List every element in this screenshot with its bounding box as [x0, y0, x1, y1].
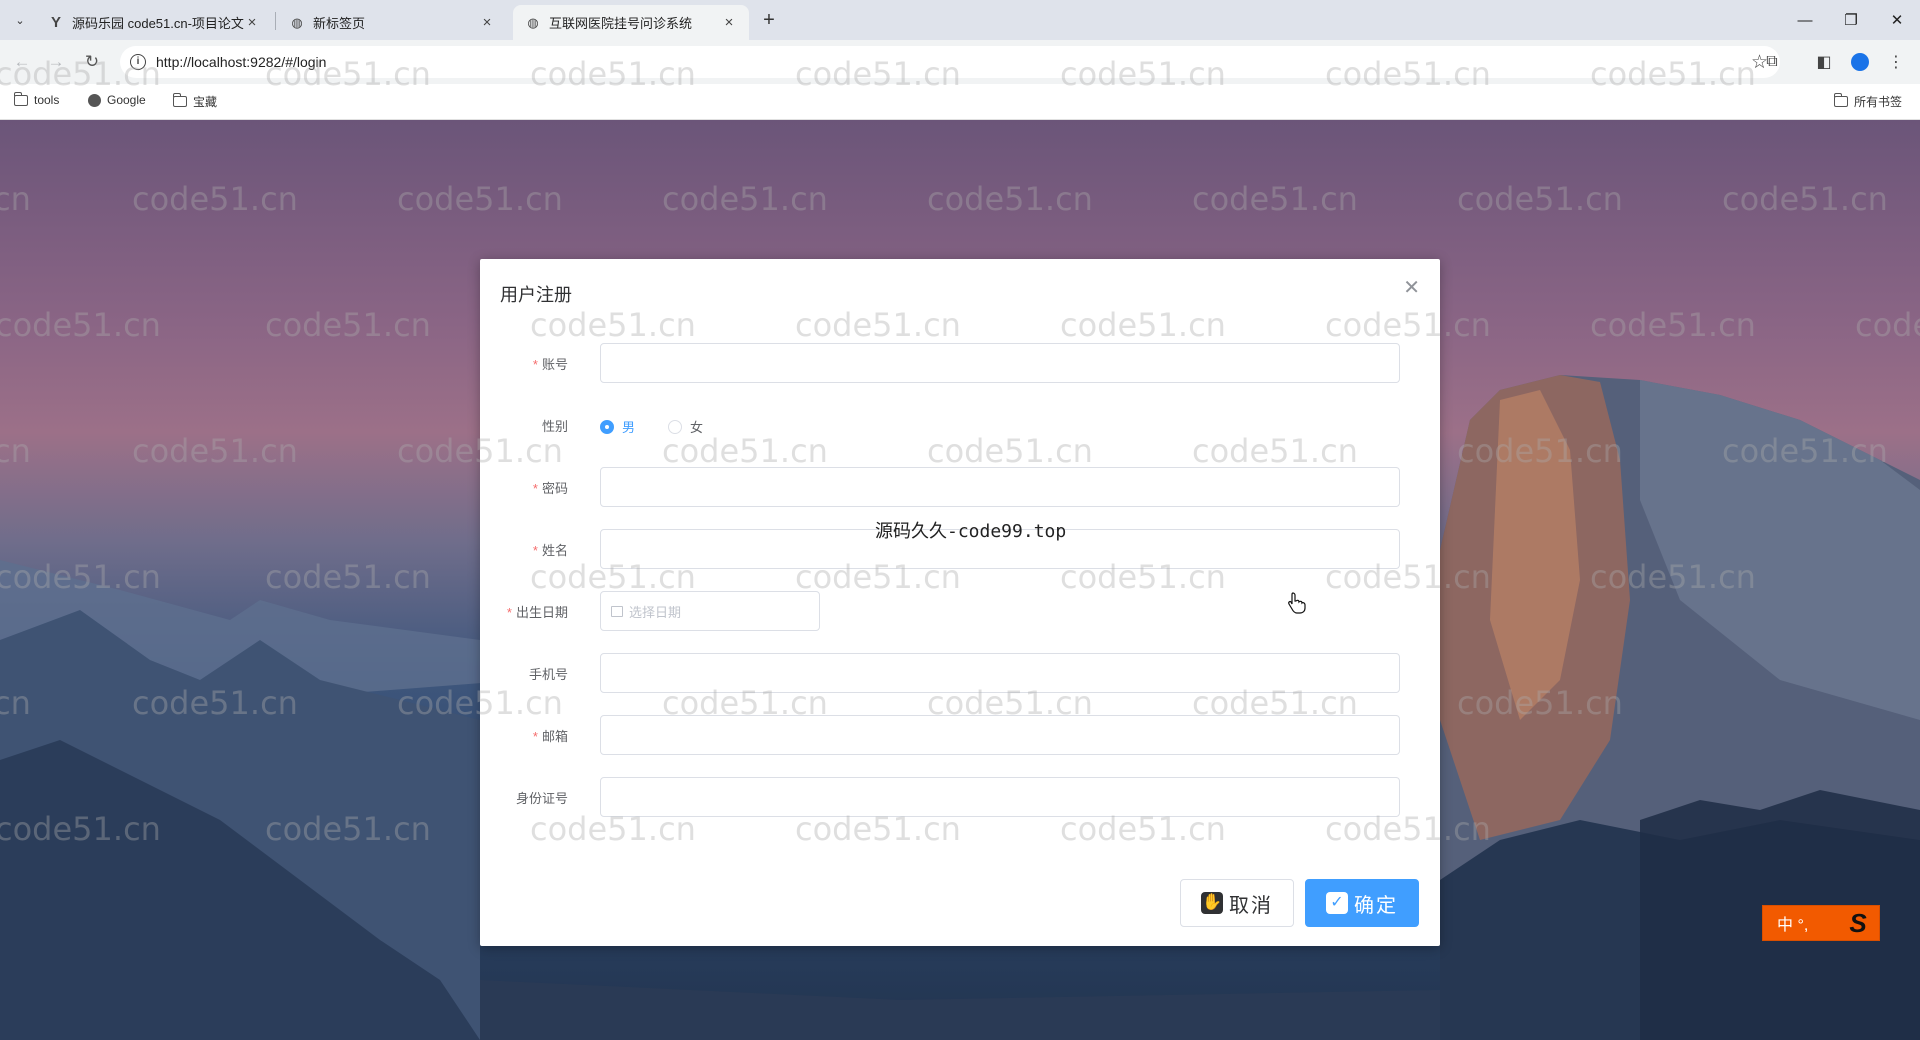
- email-input[interactable]: [600, 715, 1400, 755]
- form-row-password: * 密码: [480, 467, 1440, 507]
- tab-title: 新标签页: [313, 16, 366, 31]
- new-tab-icon[interactable]: +: [756, 8, 782, 34]
- field-label: 身份证号: [515, 791, 568, 806]
- field-label: * 邮箱: [532, 729, 568, 744]
- bookmarks-bar: tools Google 宝藏 所有书签: [0, 84, 1920, 120]
- page-background: 用户注册 ✕ * 账号 性别 男 女 * 密码 * 姓名 * 出生日期 选择日期…: [0, 120, 1920, 1040]
- field-label: * 姓名: [532, 543, 568, 558]
- menu-icon[interactable]: ⋮: [1884, 50, 1908, 74]
- window-close-icon[interactable]: ✕: [1874, 0, 1920, 40]
- sogou-logo-icon: S: [1849, 908, 1867, 938]
- overlay-watermark-text: 源码久久-code99.top: [875, 521, 1067, 542]
- form-row-id-number: 身份证号: [480, 777, 1440, 817]
- bookmark-label: 宝藏: [193, 95, 218, 109]
- all-bookmarks[interactable]: 所有书签: [1833, 93, 1903, 110]
- close-icon[interactable]: ×: [244, 14, 260, 31]
- bookmark-google[interactable]: Google: [88, 93, 146, 107]
- address-bar[interactable]: i http://localhost:9282/#/login ☆: [120, 46, 1780, 78]
- close-icon[interactable]: ✕: [1403, 275, 1420, 300]
- tab-divider: [275, 12, 276, 30]
- globe-icon: [88, 93, 101, 107]
- tab-title: 互联网医院挂号问诊系统: [549, 16, 693, 31]
- extensions-icon[interactable]: ⧉: [1760, 50, 1784, 74]
- form-row-gender: 性别 男 女: [480, 405, 1440, 445]
- phone-input[interactable]: [600, 653, 1400, 693]
- browser-tab-bar: ⌄ Y 源码乐园 code51.cn-项目论文 × ◍ 新标签页 × ◍ 互联网…: [0, 0, 1920, 40]
- tab-search-icon[interactable]: ⌄: [8, 8, 32, 32]
- restore-icon[interactable]: ❐: [1828, 0, 1874, 40]
- browser-tab-1[interactable]: Y 源码乐园 code51.cn-项目论文 ×: [36, 5, 272, 40]
- tab-title: 源码乐园 code51.cn-项目论文: [72, 16, 244, 31]
- bookmark-label: tools: [34, 93, 60, 107]
- ime-label: 中 °,: [1777, 917, 1809, 934]
- field-label: * 账号: [532, 357, 568, 372]
- hand-cursor-icon: [1288, 592, 1306, 614]
- ime-status-bar[interactable]: 中 °, S: [1762, 905, 1880, 941]
- folder-icon: [1833, 93, 1848, 107]
- browser-tab-2[interactable]: ◍ 新标签页 ×: [277, 5, 507, 40]
- hand-icon: ✋: [1201, 892, 1223, 914]
- id-number-input[interactable]: [600, 777, 1400, 817]
- cancel-label: 取消: [1229, 894, 1273, 917]
- bookmark-treasure[interactable]: 宝藏: [172, 93, 218, 110]
- profile-icon[interactable]: [1848, 50, 1872, 74]
- cancel-button[interactable]: ✋ 取消: [1180, 879, 1294, 927]
- field-label: 手机号: [528, 667, 568, 682]
- field-label: * 密码: [532, 481, 568, 496]
- dialog-title: 用户注册: [500, 285, 572, 305]
- account-input[interactable]: [600, 343, 1400, 383]
- radio-checked-icon: [600, 419, 614, 434]
- checkbox-icon: ✓: [1326, 892, 1348, 914]
- site-info-icon[interactable]: i: [130, 54, 146, 70]
- browser-toolbar: ← → ↻ i http://localhost:9282/#/login ☆ …: [0, 40, 1920, 84]
- password-input[interactable]: [600, 467, 1400, 507]
- bookmark-label: Google: [107, 93, 146, 107]
- birthdate-picker[interactable]: 选择日期: [600, 591, 820, 631]
- folder-icon: [172, 93, 187, 107]
- date-placeholder: 选择日期: [629, 604, 682, 620]
- calendar-icon: [611, 605, 623, 617]
- folder-icon: [13, 91, 28, 106]
- forward-icon[interactable]: →: [44, 50, 68, 74]
- globe-icon: ◍: [527, 14, 539, 30]
- form-row-account: * 账号: [480, 343, 1440, 383]
- y-logo-icon: Y: [50, 14, 61, 31]
- radio-unchecked-icon: [668, 419, 682, 434]
- field-label: * 出生日期: [506, 605, 568, 620]
- back-icon[interactable]: ←: [10, 50, 34, 74]
- minimize-icon[interactable]: —: [1782, 0, 1828, 40]
- form-row-email: * 邮箱: [480, 715, 1440, 755]
- globe-icon: ◍: [291, 14, 303, 30]
- browser-tab-3[interactable]: ◍ 互联网医院挂号问诊系统 ×: [513, 5, 749, 40]
- side-panel-icon[interactable]: ◧: [1812, 50, 1836, 74]
- form-row-phone: 手机号: [480, 653, 1440, 693]
- reload-icon[interactable]: ↻: [80, 50, 104, 74]
- close-icon[interactable]: ×: [479, 14, 495, 31]
- field-label: 性别: [541, 419, 568, 434]
- gender-radio-female[interactable]: 女: [668, 417, 703, 436]
- confirm-label: 确定: [1354, 894, 1398, 917]
- url-text[interactable]: http://localhost:9282/#/login: [156, 54, 326, 70]
- gender-radio-male[interactable]: 男: [600, 417, 635, 436]
- bookmark-tools[interactable]: tools: [13, 91, 60, 107]
- close-icon[interactable]: ×: [721, 14, 737, 31]
- all-bookmarks-label: 所有书签: [1854, 95, 1903, 109]
- confirm-button[interactable]: ✓ 确定: [1305, 879, 1419, 927]
